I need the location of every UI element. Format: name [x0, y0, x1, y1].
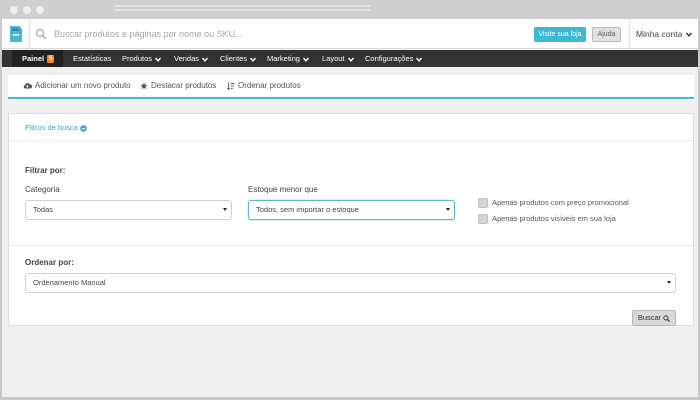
visible-products-checkbox[interactable]: [478, 213, 488, 224]
promo-price-checkbox-row[interactable]: Apenas produtos com preço promocional: [478, 197, 629, 208]
order-divider: [9, 245, 693, 246]
store-logo-icon[interactable]: [8, 25, 24, 43]
category-label: Categoria: [25, 185, 60, 194]
chevron-down-icon: [686, 32, 693, 38]
cloud-upload-icon: [23, 83, 32, 89]
visible-products-label: Apenas produtos visíveis em sua loja: [492, 214, 616, 224]
main-nav: Painel 5 Estatísticas Produtos Vendas Cli…: [2, 50, 698, 67]
nav-item-configuracoes[interactable]: Configurações: [365, 50, 423, 67]
chevron-down-icon: [202, 57, 209, 62]
nav-item-marketing[interactable]: Marketing: [267, 50, 309, 67]
subtab-label: Destacar produtos: [151, 81, 217, 90]
product-subtabs: Adicionar um novo produto Destacar produ…: [8, 75, 694, 99]
nav-item-vendas[interactable]: Vendas: [174, 50, 209, 67]
address-bar-placeholder: [115, 5, 370, 15]
highlight-products-link[interactable]: Destacar produtos: [140, 75, 216, 97]
stock-label: Estoque menor que: [248, 185, 318, 194]
window-dot-minimize[interactable]: [23, 6, 31, 14]
nav-item-estatisticas[interactable]: Estatísticas: [73, 50, 111, 67]
notification-badge: 5: [47, 55, 55, 64]
nav-item-label: Marketing: [267, 54, 300, 63]
promo-price-checkbox[interactable]: [478, 197, 488, 208]
category-select[interactable]: Todas: [25, 200, 232, 220]
search-filters-panel: Filtros de busca Filtrar por: Categoria …: [8, 113, 694, 326]
add-product-link[interactable]: Adicionar um novo produto: [23, 75, 131, 97]
stock-value: Todos, sem importar o estoque: [256, 205, 359, 214]
nav-item-label: Layout: [322, 54, 345, 63]
nav-item-produtos[interactable]: Produtos: [122, 50, 162, 67]
order-select[interactable]: Ordenamento Manual: [25, 273, 676, 293]
browser-window: Visite sua loja Ajuda Minha conta Painel…: [0, 0, 700, 400]
nav-item-layout[interactable]: Layout: [322, 50, 354, 67]
browser-chrome: [0, 0, 700, 19]
nav-item-painel[interactable]: Painel 5: [12, 50, 63, 67]
chevron-down-icon: [302, 57, 309, 62]
chevron-down-icon: [416, 57, 423, 62]
search-button-label: Buscar: [637, 313, 662, 322]
visit-store-button[interactable]: Visite sua loja: [534, 27, 586, 42]
account-label: Minha conta: [636, 29, 683, 39]
filters-divider: [9, 140, 693, 141]
stock-select[interactable]: Todos, sem importar o estoque: [248, 200, 455, 220]
search-icon: [663, 314, 671, 322]
chevron-circle-icon: [80, 124, 87, 132]
order-value: Ordenamento Manual: [33, 278, 106, 287]
filters-toggle[interactable]: Filtros de busca: [25, 123, 87, 132]
filter-by-label: Filtrar por:: [25, 166, 66, 175]
promo-price-label: Apenas produtos com preço promocional: [492, 198, 629, 208]
chevron-down-icon: [347, 57, 354, 62]
nav-item-label: Produtos: [122, 54, 153, 63]
window-dot-close[interactable]: [10, 6, 18, 14]
subtab-label: Ordenar produtos: [238, 81, 301, 90]
nav-item-clientes[interactable]: Clientes: [220, 50, 257, 67]
caret-down-icon: [667, 281, 671, 284]
caret-down-icon: [446, 208, 450, 211]
subtab-label: Adicionar um novo produto: [35, 81, 131, 90]
nav-item-label: Vendas: [174, 54, 200, 63]
search-input[interactable]: [54, 26, 294, 42]
nav-item-label: Clientes: [220, 54, 248, 63]
filters-title: Filtros de busca: [25, 123, 78, 132]
top-bar-separator: [29, 19, 30, 49]
sort-products-link[interactable]: Ordenar produtos: [226, 75, 301, 97]
search-button[interactable]: Buscar: [632, 310, 676, 326]
nav-item-label: Painel: [22, 54, 45, 63]
help-button[interactable]: Ajuda: [592, 27, 621, 42]
admin-app: Visite sua loja Ajuda Minha conta Painel…: [2, 19, 698, 397]
nav-item-label: Configurações: [365, 54, 414, 63]
sort-icon: [226, 82, 235, 91]
caret-down-icon: [223, 208, 227, 211]
star-icon: [140, 82, 148, 90]
window-dot-maximize[interactable]: [36, 6, 44, 14]
category-value: Todas: [33, 205, 54, 214]
nav-item-label: Estatísticas: [73, 54, 112, 63]
chevron-down-icon: [250, 57, 257, 62]
order-by-label: Ordenar por:: [25, 258, 74, 267]
visible-products-checkbox-row[interactable]: Apenas produtos visíveis em sua loja: [478, 213, 616, 224]
account-separator: [629, 19, 630, 49]
search-icon[interactable]: [35, 28, 47, 40]
top-bar: Visite sua loja Ajuda Minha conta: [2, 19, 698, 49]
account-menu[interactable]: Minha conta: [636, 29, 693, 39]
chevron-down-icon: [155, 57, 162, 62]
